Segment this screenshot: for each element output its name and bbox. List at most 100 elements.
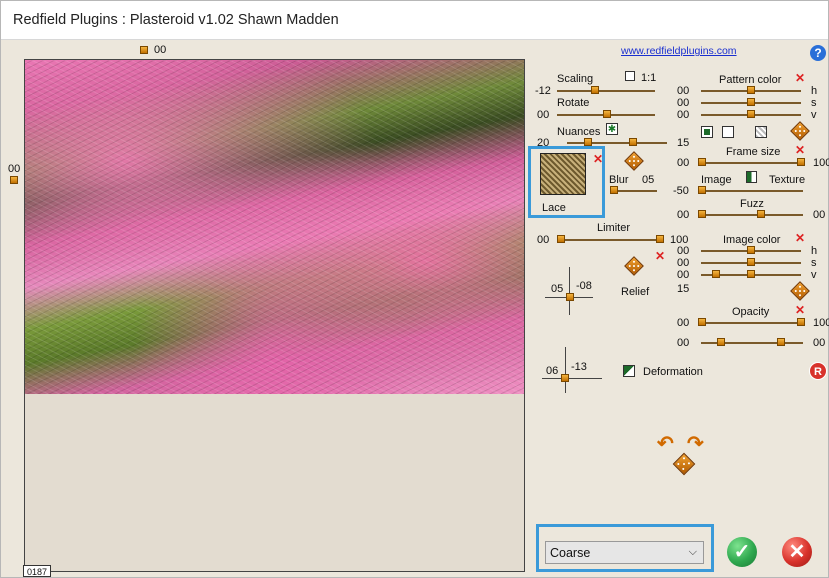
limiter-slider-handle-left[interactable] — [557, 235, 565, 243]
scaling-1to1-checkbox[interactable] — [625, 71, 635, 81]
deformation-y-value: -13 — [571, 361, 587, 373]
pattern-color-v-handle[interactable] — [747, 110, 755, 118]
preview-left-value: 00 — [8, 163, 21, 175]
image-color-h: 00 — [677, 245, 690, 257]
frame-size-track[interactable] — [701, 162, 803, 164]
deformation-label: Deformation — [643, 366, 703, 378]
deformation-vertical-axis — [565, 347, 566, 393]
nuances-max: 15 — [677, 137, 690, 149]
relief-vertical-axis — [569, 267, 570, 315]
preview-top-value: 00 — [154, 44, 167, 56]
deformation-checkbox[interactable] — [623, 365, 635, 377]
limiter-slider-handle-right[interactable] — [656, 235, 664, 243]
image-color-s: 00 — [677, 257, 690, 269]
nuances-slider-track[interactable] — [567, 142, 667, 144]
scaling-1to1-label: 1:1 — [641, 72, 657, 84]
scaling-value: -12 — [535, 85, 551, 97]
relief-pad-handle[interactable] — [566, 293, 574, 301]
nuances-slider-handle-left[interactable] — [584, 138, 592, 146]
nuances-label: Nuances — [557, 126, 601, 138]
opacity-handle-right[interactable] — [797, 318, 805, 326]
fuzz-handle-left[interactable] — [698, 210, 706, 218]
frame-size-max: 100 — [813, 157, 829, 169]
pattern-color-h-handle[interactable] — [747, 86, 755, 94]
image-color-label: Image color — [723, 234, 781, 246]
limiter-slider-track[interactable] — [559, 239, 663, 241]
blend-mode-2-checkbox[interactable] — [722, 126, 734, 138]
image-color-v-handle-left[interactable] — [712, 270, 720, 278]
blur-slider-handle[interactable] — [610, 186, 618, 194]
image-color-extra-value: 15 — [677, 283, 690, 295]
deformation-x-value: 06 — [546, 365, 559, 377]
frame-size-remove-icon[interactable]: ✕ — [795, 144, 805, 156]
texture-remove-icon[interactable]: ✕ — [593, 153, 603, 165]
quality-select[interactable]: Coarse ⌵ — [545, 541, 704, 564]
image-color-v-handle-right[interactable] — [747, 270, 755, 278]
redo-arrow-icon[interactable]: ↷ — [687, 431, 704, 456]
frame-size-min: 00 — [677, 157, 690, 169]
image-color-s-handle[interactable] — [747, 258, 755, 266]
pattern-color-label: Pattern color — [719, 74, 782, 86]
fuzz-max: 00 — [813, 209, 826, 221]
image-color-v-label: v — [811, 269, 817, 281]
nuances-asterisk-icon[interactable]: ✱ — [606, 123, 618, 135]
pattern-color-v: 00 — [677, 109, 690, 121]
scaling-slider-handle[interactable] — [591, 86, 599, 94]
limiter-min: 00 — [537, 234, 550, 246]
deformation-pad-handle[interactable] — [561, 374, 569, 382]
preview-area — [24, 59, 525, 572]
frame-size-handle-left[interactable] — [698, 158, 706, 166]
frame-size-handle-right[interactable] — [797, 158, 805, 166]
texture-swatch[interactable] — [540, 153, 586, 195]
relief-x-value: 05 — [551, 283, 564, 295]
rotate-label: Rotate — [557, 97, 590, 109]
randomize-all-dice-icon[interactable] — [672, 452, 696, 476]
image-color-h-handle[interactable] — [747, 246, 755, 254]
texture-random-dice-icon[interactable] — [624, 151, 644, 171]
cancel-button[interactable]: ✕ — [782, 537, 812, 567]
opacity-handle-left[interactable] — [698, 318, 706, 326]
pattern-random-dice-icon[interactable] — [790, 121, 810, 141]
website-link[interactable]: www.redfieldplugins.com — [621, 45, 737, 57]
blur-value: 05 — [642, 174, 655, 186]
frame-size-label: Frame size — [726, 146, 781, 158]
image-color-remove-icon[interactable]: ✕ — [795, 232, 805, 244]
image-texture-track[interactable] — [701, 190, 803, 192]
undo-arrow-icon[interactable]: ↶ — [657, 431, 674, 456]
blend-mode-1-checkbox[interactable] — [701, 126, 713, 138]
image-texture-handle[interactable] — [698, 186, 706, 194]
opacity-remove-icon[interactable]: ✕ — [795, 304, 805, 316]
ok-button[interactable]: ✓ — [727, 537, 757, 567]
preview-image[interactable] — [25, 60, 524, 394]
image-color-random-dice-icon[interactable] — [790, 281, 810, 301]
relief-random-dice-icon[interactable] — [624, 256, 644, 276]
pattern-color-s-handle[interactable] — [747, 98, 755, 106]
reset-icon[interactable]: R — [809, 362, 827, 380]
preview-vertical-handle[interactable] — [10, 176, 18, 184]
fuzz-track[interactable] — [701, 214, 803, 216]
opacity2-handle-right[interactable] — [777, 338, 785, 346]
relief-remove-icon[interactable]: ✕ — [655, 250, 665, 262]
opacity-track[interactable] — [701, 322, 803, 324]
fuzz-handle-right[interactable] — [757, 210, 765, 218]
image-color-v: 00 — [677, 269, 690, 281]
scaling-label: Scaling — [557, 73, 594, 85]
fuzz-min: 00 — [677, 209, 690, 221]
blur-slider-track[interactable] — [613, 190, 657, 192]
relief-label: Relief — [621, 286, 650, 298]
scaling-slider-track[interactable] — [557, 90, 655, 92]
window-title: Redfield Plugins : Plasteroid v1.02 Shaw… — [13, 12, 339, 28]
deformation-horizontal-axis — [542, 378, 602, 379]
opacity-max: 100 — [813, 317, 829, 329]
blend-mode-3-checkbox[interactable] — [755, 126, 767, 138]
quality-selected-value: Coarse — [550, 546, 591, 560]
opacity-min: 00 — [677, 317, 690, 329]
preview-horizontal-handle[interactable] — [140, 46, 148, 54]
opacity2-handle-left[interactable] — [717, 338, 725, 346]
rotate-slider-handle[interactable] — [603, 110, 611, 118]
pattern-color-remove-icon[interactable]: ✕ — [795, 72, 805, 84]
nuances-slider-handle-right[interactable] — [629, 138, 637, 146]
pattern-color-s-label: s — [811, 97, 817, 109]
help-icon[interactable]: ? — [810, 45, 826, 61]
image-texture-toggle[interactable] — [746, 171, 757, 183]
